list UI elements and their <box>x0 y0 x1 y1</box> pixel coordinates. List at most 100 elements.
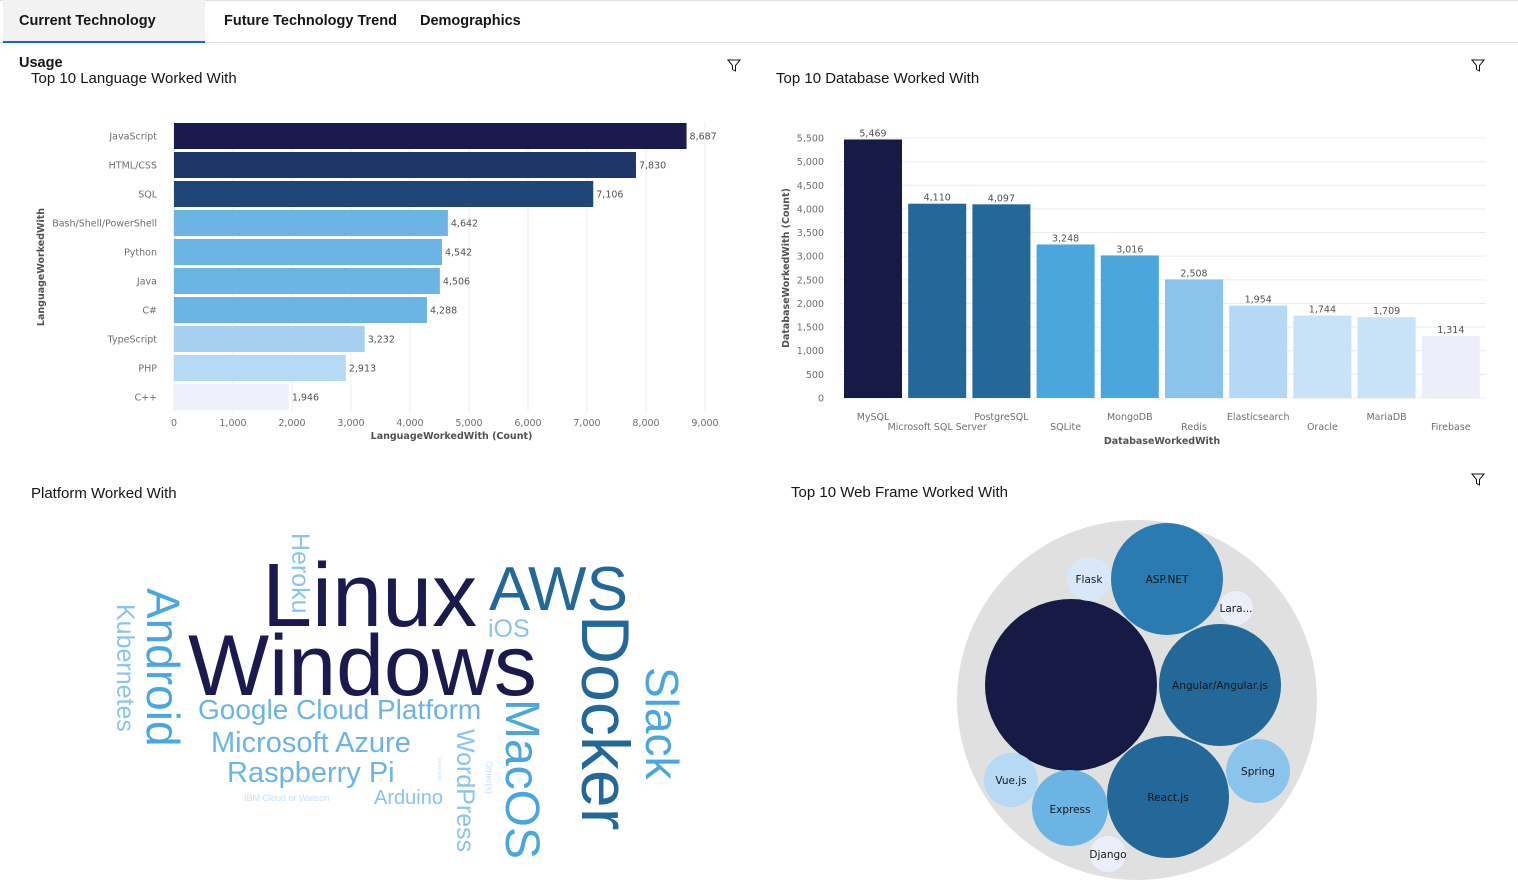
db-value-label: 2,508 <box>1180 268 1207 279</box>
webframe-filter-icon[interactable] <box>1471 473 1485 487</box>
lang-bar[interactable] <box>174 297 427 323</box>
cloud-word-android: Android <box>137 588 189 747</box>
lang-bar[interactable] <box>174 239 442 265</box>
language-bar-chart: 0 1,000 2,000 3,000 4,000 5,000 6,000 7,000 8,00… <box>36 122 719 442</box>
lang-value-label: 3,232 <box>368 335 395 346</box>
lang-category-label: Java <box>136 277 157 288</box>
lang-bar[interactable] <box>174 268 440 294</box>
lang-x-tick-label: 4,000 <box>396 418 423 429</box>
db-category-label: MongoDB <box>1107 412 1153 423</box>
db-value-label: 1,709 <box>1373 306 1400 317</box>
db-category-label: MariaDB <box>1366 412 1406 423</box>
database-filter-icon[interactable] <box>1471 59 1485 73</box>
db-bar[interactable] <box>1229 305 1288 398</box>
lang-bar[interactable] <box>174 326 365 352</box>
db-category-label: Redis <box>1181 422 1207 433</box>
db-y-tick-label: 2,000 <box>797 299 824 310</box>
cloud-word-raspberry-pi: Raspberry Pi <box>227 757 395 789</box>
db-x-axis-title: DatabaseWorkedWith <box>1104 436 1220 447</box>
lang-category-label: C++ <box>134 393 157 404</box>
db-bar[interactable] <box>1100 255 1159 398</box>
lang-bar[interactable] <box>174 355 346 381</box>
cloud-word-ibm-cloud-or-watson: IBM Cloud or Watson <box>244 793 329 803</box>
cloud-word-heroku: Heroku <box>286 533 314 614</box>
cloud-word-others: Other(s) <box>484 761 494 794</box>
lang-value-label: 1,946 <box>292 393 319 404</box>
webframe-chart-title: Top 10 Web Frame Worked With <box>791 484 1009 501</box>
lang-value-label: 4,542 <box>445 248 472 259</box>
webframe-bubble-chart: jQuery ASP.NET Angular/Angular.js React.… <box>957 520 1317 880</box>
lang-y-axis-title: LanguageWorkedWith <box>36 208 47 326</box>
lang-value-label: 4,506 <box>443 277 470 288</box>
lang-bar[interactable] <box>174 123 687 149</box>
db-bar[interactable] <box>1357 317 1416 398</box>
lang-x-axis-title: LanguageWorkedWith (Count) <box>371 431 533 442</box>
lang-x-tick-label: 3,000 <box>337 418 364 429</box>
bubble-label-angular: Angular/Angular.js <box>1172 680 1268 692</box>
bubble-label-asp-net: ASP.NET <box>1146 574 1189 586</box>
db-y-tick-label: 4,000 <box>797 204 824 215</box>
lang-value-label: 7,106 <box>596 190 623 201</box>
bubble-label-vue: Vue.js <box>995 775 1026 787</box>
db-bar[interactable] <box>1036 244 1095 398</box>
db-y-tick-label: 1,500 <box>797 323 824 334</box>
db-value-label: 1,314 <box>1437 325 1464 336</box>
db-value-label: 4,097 <box>988 193 1015 204</box>
bubble-label-express: Express <box>1049 804 1090 816</box>
bubble-label-jquery: jQuery <box>1053 680 1089 692</box>
bubble-label-laravel: Lara... <box>1219 603 1252 615</box>
bubble-label-django: Django <box>1089 849 1126 861</box>
lang-x-tick-label: 9,000 <box>691 418 718 429</box>
db-bar[interactable] <box>1165 279 1223 398</box>
db-value-label: 3,248 <box>1052 233 1079 244</box>
tab-current-technology-usage[interactable]: Current Technology Usage <box>3 0 205 71</box>
cloud-word-aws: AWS <box>489 555 628 624</box>
tab-future-technology-trend[interactable]: Future Technology Trend <box>208 0 413 41</box>
db-y-axis-title: DatabaseWorkedWith (Count) <box>781 188 792 348</box>
db-category-label: PostgreSQL <box>974 412 1029 423</box>
language-chart-title: Top 10 Language Worked With <box>31 70 237 87</box>
db-value-label: 3,016 <box>1116 244 1143 255</box>
lang-x-tick-label: 6,000 <box>514 418 541 429</box>
database-chart-title: Top 10 Database Worked With <box>776 70 980 87</box>
language-filter-icon[interactable] <box>727 59 741 73</box>
lang-bar[interactable] <box>174 384 289 410</box>
db-category-label: Elasticsearch <box>1227 412 1290 423</box>
lang-bar[interactable] <box>174 210 448 236</box>
lang-value-label: 8,687 <box>690 132 717 143</box>
db-bar[interactable] <box>1421 335 1480 398</box>
db-y-tick-label: 1,000 <box>797 346 824 357</box>
db-category-label: Firebase <box>1431 422 1471 433</box>
cloud-word-arduino: Arduino <box>374 787 443 809</box>
database-bar-chart: 0 500 1,000 1,500 2,000 2,500 3,000 3,500 4,000 4… <box>781 128 1486 447</box>
lang-x-tick-label: 0 <box>171 418 177 429</box>
lang-category-label: Bash/Shell/PowerShell <box>52 219 157 230</box>
lang-value-label: 4,288 <box>430 306 457 317</box>
db-y-tick-label: 3,000 <box>797 252 824 263</box>
cloud-word-google-cloud-platform: Google Cloud Platform <box>198 694 481 725</box>
db-value-label: 4,110 <box>924 193 951 204</box>
platform-word-cloud: Linux Windows AWS Docker Android MacOS S… <box>111 533 688 859</box>
cloud-word-slack: Slack <box>636 667 688 780</box>
cloud-word-serverless: Serverless <box>436 757 442 781</box>
db-bar[interactable] <box>972 204 1031 398</box>
bubble-label-flask: Flask <box>1076 574 1104 586</box>
lang-bar[interactable] <box>174 152 636 178</box>
db-bar[interactable] <box>1293 315 1352 398</box>
lang-x-tick-label: 2,000 <box>278 418 305 429</box>
lang-bar[interactable] <box>174 181 594 207</box>
bubble-label-spring: Spring <box>1241 766 1275 778</box>
lang-x-tick-label: 8,000 <box>632 418 659 429</box>
db-bar[interactable] <box>908 203 967 398</box>
db-y-tick-label: 3,500 <box>797 228 824 239</box>
tab-demographics[interactable]: Demographics <box>404 0 537 41</box>
lang-category-label: C# <box>142 306 157 317</box>
db-bar[interactable] <box>844 139 902 398</box>
tab-bar: Current Technology Usage Future Technolo… <box>0 0 1518 71</box>
lang-value-label: 2,913 <box>349 364 376 375</box>
db-value-label: 1,954 <box>1245 295 1272 306</box>
cloud-word-wordpress: WordPress <box>451 729 479 852</box>
db-category-label: Microsoft SQL Server <box>888 422 987 433</box>
lang-category-label: JavaScript <box>108 132 157 143</box>
db-value-label: 5,469 <box>859 128 886 139</box>
